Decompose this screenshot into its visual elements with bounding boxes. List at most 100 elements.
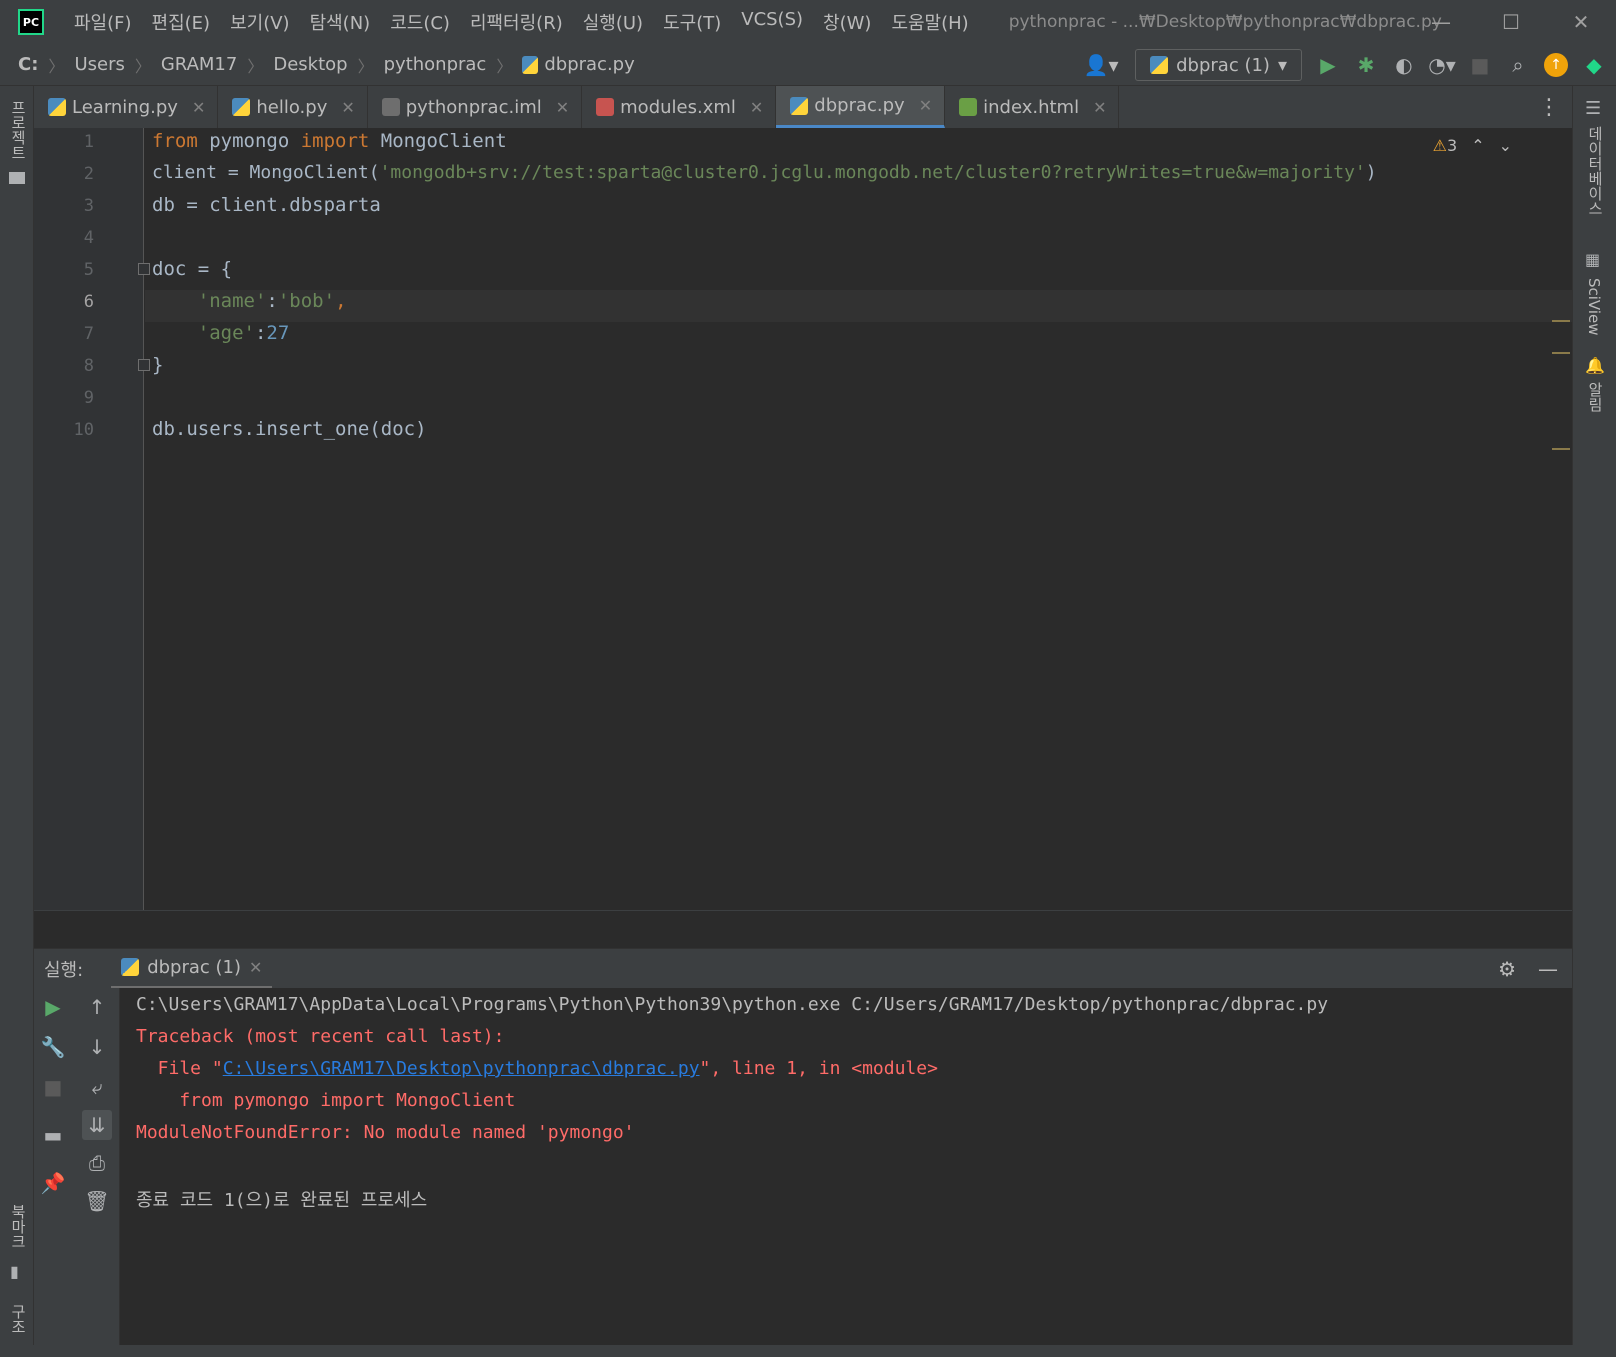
bookmarks-tool-label[interactable]: 북마크 [8, 1204, 29, 1249]
line-number: 10 [73, 420, 94, 440]
pycharm-logo-icon[interactable]: PC [18, 9, 44, 35]
close-tab-icon[interactable]: ✕ [919, 96, 932, 115]
code-editor[interactable]: 1 2 3 4 5 6 7 8 9 10 from pymongo import… [34, 128, 1572, 910]
run-icon[interactable]: ▶ [1316, 53, 1340, 77]
fold-toggle-icon[interactable] [138, 263, 150, 275]
error-stripe-mark[interactable] [1552, 352, 1570, 354]
debug-icon[interactable]: ✱ [1354, 53, 1378, 77]
tab-hello-py[interactable]: hello.py ✕ [218, 86, 368, 128]
arrow-down-icon[interactable]: ↓ [82, 1032, 112, 1062]
notifications-tool-label[interactable]: 알림 [1585, 382, 1606, 412]
error-stripe-mark[interactable] [1552, 448, 1570, 450]
console-file-line: File "C:\Users\GRAM17\Desktop\pythonprac… [136, 1058, 938, 1079]
scroll-to-end-icon[interactable]: ⇊ [82, 1110, 112, 1140]
chevron-right-icon: 〉 [496, 56, 513, 76]
close-tab-icon[interactable]: ✕ [750, 98, 763, 117]
console-file-link[interactable]: C:\Users\GRAM17\Desktop\pythonprac\dbpra… [223, 1058, 700, 1079]
wrench-icon[interactable]: 🔧 [38, 1032, 68, 1062]
menu-code[interactable]: 코드(C) [380, 9, 460, 35]
code-line-10: db.users.insert_one(doc) [152, 418, 427, 440]
menu-navigate[interactable]: 탐색(N) [300, 9, 381, 35]
run-tab-label: dbprac (1) [147, 956, 242, 978]
rerun-icon[interactable]: ▶ [38, 992, 68, 1022]
layout-icon[interactable]: ▬ [38, 1120, 68, 1150]
code-line-2: client = MongoClient('mongodb+srv://test… [152, 162, 1377, 183]
minimize-icon[interactable]: — [1406, 0, 1476, 44]
menu-vcs[interactable]: VCS(S) [731, 9, 813, 35]
error-stripe-mark[interactable] [1552, 320, 1570, 322]
menu-view[interactable]: 보기(V) [220, 9, 299, 35]
project-tool-label[interactable]: 프로젝트 [8, 100, 29, 160]
tab-learning-py[interactable]: Learning.py ✕ [34, 86, 219, 128]
coverage-icon[interactable]: ◐ [1392, 53, 1416, 77]
run-config-select[interactable]: dbprac (1) ▾ [1135, 49, 1302, 81]
maximize-icon[interactable]: ☐ [1476, 0, 1546, 44]
breadcrumb-drive[interactable]: C: [18, 54, 38, 75]
navigation-bar: C: 〉 Users 〉 GRAM17 〉 Desktop 〉 pythonpr… [0, 44, 1616, 86]
run-tab-dbprac[interactable]: dbprac (1) ✕ [111, 949, 273, 989]
structure-tool-label[interactable]: 구조 [8, 1304, 29, 1334]
soft-wrap-icon[interactable]: ⤶ [82, 1072, 112, 1102]
run-panel-header: 실행: dbprac (1) ✕ ⚙ — [34, 948, 1572, 989]
close-icon[interactable]: ✕ [1546, 0, 1616, 44]
breadcrumb-desktop[interactable]: Desktop [273, 54, 347, 75]
tab-pythonprac-iml[interactable]: pythonprac.iml ✕ [368, 86, 583, 128]
console-error: ModuleNotFoundError: No module named 'py… [136, 1122, 635, 1143]
close-tab-icon[interactable]: ✕ [249, 958, 262, 977]
jetbrains-icon[interactable]: ◆ [1582, 53, 1606, 77]
chevron-right-icon: 〉 [134, 56, 151, 76]
trash-icon[interactable]: 🗑 [82, 1186, 112, 1216]
breadcrumb-users[interactable]: Users [74, 54, 124, 75]
line-number: 6 [83, 292, 94, 312]
chevron-up-icon[interactable]: ⌃ [1471, 136, 1484, 155]
update-icon[interactable]: ↑ [1544, 53, 1568, 77]
gear-icon[interactable]: ⚙ [1498, 957, 1516, 981]
run-toolbar: ▶ 🔧 ■ ▬ 📌 ↑ ↓ ⤶ ⇊ ⎙ 🗑 [34, 988, 120, 1348]
search-icon[interactable]: ⌕ [1506, 53, 1530, 77]
pin-icon[interactable]: 📌 [38, 1168, 68, 1198]
python-file-icon [48, 98, 66, 116]
inspection-widget[interactable]: ⚠3 ⌃ ⌄ [1433, 136, 1512, 155]
profile-icon[interactable]: ◔▾ [1428, 53, 1456, 77]
line-number: 2 [83, 164, 94, 184]
more-vertical-icon[interactable]: ⋮ [1526, 86, 1572, 128]
minimize-panel-icon[interactable]: — [1538, 957, 1558, 981]
database-tool-label[interactable]: 데이터베이스 [1585, 126, 1606, 216]
code-line-8: } [152, 354, 164, 376]
database-icon: ☰ [1585, 98, 1602, 119]
menu-window[interactable]: 창(W) [813, 9, 881, 35]
stop-icon[interactable]: ■ [38, 1072, 68, 1102]
run-console[interactable]: C:\Users\GRAM17\AppData\Local\Programs\P… [120, 988, 1572, 1348]
breadcrumb-pythonprac[interactable]: pythonprac [384, 54, 487, 75]
breadcrumb-file[interactable]: dbprac.py [544, 54, 634, 75]
close-tab-icon[interactable]: ✕ [556, 98, 569, 117]
stop-icon[interactable]: ■ [1468, 53, 1492, 77]
python-file-icon [232, 98, 251, 116]
print-icon[interactable]: ⎙ [82, 1148, 112, 1178]
close-tab-icon[interactable]: ✕ [1093, 98, 1106, 117]
menu-run[interactable]: 실행(U) [573, 9, 653, 35]
arrow-up-icon[interactable]: ↑ [82, 992, 112, 1022]
run-panel-actions: ⚙ — [1498, 957, 1572, 981]
sciview-tool-label[interactable]: SciView [1585, 278, 1603, 336]
tab-modules-xml[interactable]: modules.xml ✕ [582, 86, 777, 128]
tab-dbprac-py[interactable]: dbprac.py ✕ [776, 86, 946, 128]
fold-toggle-icon[interactable] [138, 359, 150, 371]
user-account-icon[interactable]: 👤▾ [1081, 53, 1121, 77]
menu-refactor[interactable]: 리팩터링(R) [460, 9, 573, 35]
close-tab-icon[interactable]: ✕ [192, 98, 205, 117]
line-number: 7 [83, 324, 94, 344]
menu-edit[interactable]: 편집(E) [142, 9, 221, 35]
breadcrumb-gram17[interactable]: GRAM17 [161, 54, 237, 75]
menu-tools[interactable]: 도구(T) [653, 9, 731, 35]
close-tab-icon[interactable]: ✕ [341, 98, 354, 117]
window-title: pythonprac - ...₩Desktop₩pythonprac₩dbpr… [1008, 12, 1442, 32]
chevron-down-icon[interactable]: ⌄ [1499, 136, 1512, 155]
tab-index-html[interactable]: index.html ✕ [945, 86, 1120, 128]
menu-help[interactable]: 도움말(H) [881, 9, 978, 35]
line-number: 1 [83, 132, 94, 152]
bookmark-icon: ▮ [10, 1262, 19, 1281]
tab-label: index.html [983, 96, 1080, 118]
current-line-highlight [145, 290, 1572, 322]
menu-file[interactable]: 파일(F) [64, 9, 142, 35]
